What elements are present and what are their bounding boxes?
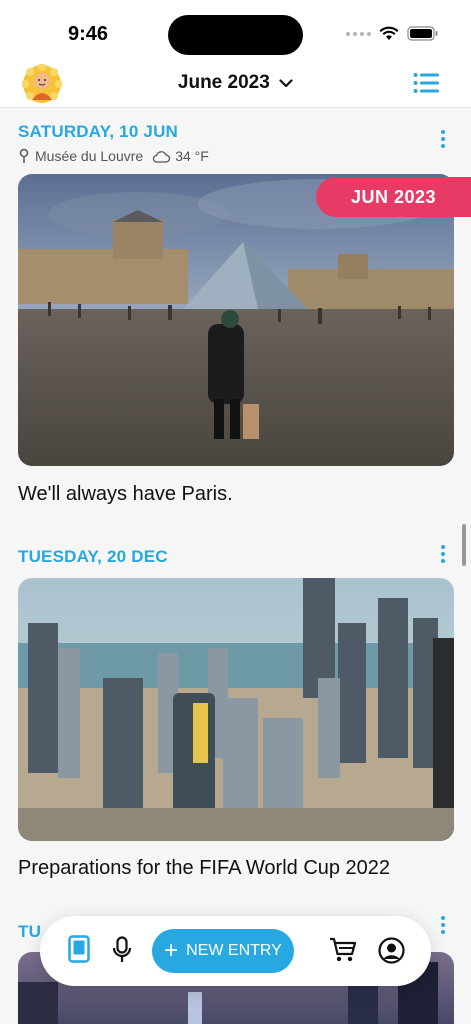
- profile-icon[interactable]: [378, 937, 405, 964]
- status-time: 9:46: [68, 23, 109, 45]
- entry-meta: Musée du Louvre 34 °F: [18, 148, 209, 164]
- plus-icon: +: [164, 937, 179, 964]
- signal-icon: [346, 31, 371, 36]
- scroll-indicator[interactable]: [462, 524, 466, 566]
- status-icons: [346, 26, 439, 41]
- entry-photo[interactable]: [18, 578, 454, 841]
- nav-bar: June 2023: [0, 62, 471, 108]
- chevron-down-icon: [279, 78, 293, 87]
- pin-icon: [19, 148, 29, 163]
- cart-icon[interactable]: [329, 937, 357, 963]
- entry-date[interactable]: TUESDAY, 20 DEC: [18, 547, 168, 567]
- more-icon[interactable]: [441, 916, 445, 937]
- microphone-icon[interactable]: [112, 936, 132, 964]
- bottom-toolbar: + NEW ENTRY: [40, 916, 431, 986]
- journal-feed[interactable]: SATURDAY, 10 JUN Musée du Louvre 34 °F W…: [0, 108, 471, 1024]
- list-icon[interactable]: [413, 72, 439, 94]
- dynamic-island: [168, 15, 303, 55]
- battery-icon: [407, 26, 438, 41]
- journal-icon[interactable]: [68, 935, 90, 963]
- month-badge[interactable]: JUN 2023: [316, 177, 471, 217]
- status-bar: 9:46: [0, 0, 471, 62]
- entry-weather: 34 °F: [175, 148, 209, 164]
- more-icon[interactable]: [441, 130, 445, 151]
- entry-text[interactable]: We'll always have Paris.: [18, 483, 233, 506]
- entry-photo[interactable]: [18, 174, 454, 466]
- entry-date[interactable]: TU: [18, 922, 41, 942]
- cloud-icon: [153, 150, 171, 163]
- entry-location: Musée du Louvre: [35, 148, 144, 164]
- new-entry-label: NEW ENTRY: [186, 942, 282, 959]
- month-picker[interactable]: June 2023: [0, 72, 471, 94]
- entry-text[interactable]: Preparations for the FIFA World Cup 2022: [18, 857, 390, 880]
- more-icon[interactable]: [441, 545, 445, 566]
- entry-date[interactable]: SATURDAY, 10 JUN: [18, 122, 178, 142]
- month-label: June 2023: [177, 72, 270, 93]
- new-entry-button[interactable]: + NEW ENTRY: [152, 929, 294, 973]
- wifi-icon: [379, 26, 399, 40]
